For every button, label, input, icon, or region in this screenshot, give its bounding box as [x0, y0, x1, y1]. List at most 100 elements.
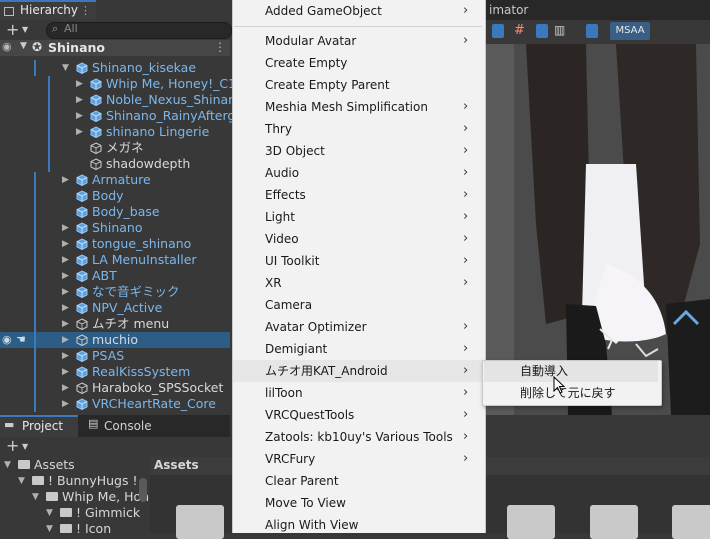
- hierarchy-row[interactable]: ▶ Haraboko_SPSSocket: [0, 380, 230, 396]
- project-tree-item[interactable]: ▼ ! Icon: [0, 521, 140, 537]
- collapse-arrow-icon[interactable]: ▶: [62, 300, 69, 316]
- hierarchy-row[interactable]: ▶ なで音ギミック: [0, 284, 230, 300]
- hierarchy-row[interactable]: ▶ RealKissSystem: [0, 364, 230, 380]
- folder-thumbnail[interactable]: [176, 505, 224, 539]
- collapse-arrow-icon[interactable]: ▶: [62, 380, 69, 396]
- eye-icon[interactable]: ◉: [2, 40, 12, 53]
- tree-scrollbar[interactable]: [139, 478, 147, 502]
- menu-item[interactable]: Audio ›: [233, 162, 485, 184]
- collapse-arrow-icon[interactable]: ▶: [62, 268, 69, 284]
- folder-thumbnail[interactable]: [590, 505, 638, 539]
- project-tree-item[interactable]: ▼ Assets: [0, 457, 140, 473]
- dropdown-icon[interactable]: [492, 24, 504, 38]
- hierarchy-row[interactable]: ▶ Noble_Nexus_Shinano S: [0, 92, 256, 108]
- menu-item[interactable]: VRCQuestTools ›: [233, 404, 485, 426]
- dropdown-icon[interactable]: [536, 24, 548, 38]
- expand-arrow-icon[interactable]: ▼: [62, 60, 69, 76]
- collapse-arrow-icon[interactable]: ▶: [62, 172, 69, 188]
- menu-item[interactable]: XR ›: [233, 272, 485, 294]
- hierarchy-row[interactable]: Body: [0, 188, 230, 204]
- expand-arrow-icon[interactable]: ▼: [18, 473, 25, 489]
- expand-arrow-icon[interactable]: ▼: [20, 41, 27, 51]
- indent-guide: [34, 172, 36, 188]
- hierarchy-row[interactable]: ▶ Shinano_RainyAfterglow: [0, 108, 257, 124]
- hierarchy-row[interactable]: ▶ NPV_Active: [0, 300, 230, 316]
- expand-arrow-icon[interactable]: ▼: [46, 505, 53, 521]
- eye-icon[interactable]: ◉: [2, 332, 12, 348]
- expand-arrow-icon[interactable]: ▼: [4, 457, 11, 473]
- hierarchy-row[interactable]: ▶ Shinano: [0, 220, 230, 236]
- collapse-arrow-icon[interactable]: ▶: [76, 76, 83, 92]
- indent-guide: [48, 108, 50, 124]
- hierarchy-row[interactable]: ▼ Shinano_kisekae: [0, 60, 230, 76]
- menu-item[interactable]: Modular Avatar ›: [233, 30, 485, 52]
- pickable-icon[interactable]: ☚: [16, 332, 26, 348]
- collapse-arrow-icon[interactable]: ▶: [62, 364, 69, 380]
- hierarchy-row[interactable]: ▶ LA MenuInstaller: [0, 252, 230, 268]
- folder-thumbnail[interactable]: [672, 505, 710, 539]
- add-icon[interactable]: +: [6, 436, 19, 455]
- add-icon[interactable]: +: [6, 20, 19, 39]
- collapse-arrow-icon[interactable]: ▶: [76, 108, 83, 124]
- menu-item[interactable]: Effects ›: [233, 184, 485, 206]
- menu-item[interactable]: Camera: [233, 294, 485, 316]
- menu-item[interactable]: UI Toolkit ›: [233, 250, 485, 272]
- menu-item[interactable]: Create Empty: [233, 52, 485, 74]
- collapse-arrow-icon[interactable]: ▶: [62, 284, 69, 300]
- folder-thumbnail[interactable]: [507, 505, 555, 539]
- scene-menu-icon[interactable]: ⋮: [214, 40, 226, 54]
- lock-icon[interactable]: ⋮: [80, 4, 91, 17]
- caret-down-icon[interactable]: ▼: [22, 442, 28, 451]
- menu-item[interactable]: Demigiant ›: [233, 338, 485, 360]
- hierarchy-row[interactable]: ▶ shinano Lingerie: [0, 124, 230, 140]
- collapse-arrow-icon[interactable]: ▶: [76, 92, 83, 108]
- hierarchy-row[interactable]: Body_base: [0, 204, 230, 220]
- collapse-arrow-icon[interactable]: ▶: [62, 332, 69, 348]
- hierarchy-row[interactable]: メガネ: [0, 140, 230, 156]
- menu-item[interactable]: Added GameObject ›: [233, 0, 485, 22]
- submenu-item[interactable]: 自動導入: [484, 361, 658, 382]
- hierarchy-row[interactable]: ▶ VRCHeartRate_Core: [0, 396, 230, 412]
- collapse-arrow-icon[interactable]: ▶: [62, 220, 69, 236]
- menu-item[interactable]: Zatools: kb10uy's Various Tools ›: [233, 426, 485, 448]
- dropdown-icon[interactable]: [586, 24, 598, 38]
- menu-item[interactable]: Create Empty Parent: [233, 74, 485, 96]
- msaa-button[interactable]: MSAA: [610, 22, 650, 40]
- hierarchy-row[interactable]: shadowdepth: [0, 156, 230, 172]
- menu-item[interactable]: Meshia Mesh Simplification ›: [233, 96, 485, 118]
- collapse-arrow-icon[interactable]: ▶: [62, 396, 69, 412]
- collapse-arrow-icon[interactable]: ▶: [62, 348, 69, 364]
- hierarchy-row[interactable]: ▶ Armature: [0, 172, 230, 188]
- menu-item[interactable]: Move To View: [233, 492, 485, 514]
- expand-arrow-icon[interactable]: ▼: [46, 521, 53, 537]
- menu-item[interactable]: 3D Object ›: [233, 140, 485, 162]
- hierarchy-row[interactable]: ▶ tongue_shinano: [0, 236, 230, 252]
- menu-item[interactable]: Clear Parent: [233, 470, 485, 492]
- collapse-arrow-icon[interactable]: ▶: [62, 252, 69, 268]
- menu-item[interactable]: VRCFury ›: [233, 448, 485, 470]
- collapse-arrow-icon[interactable]: ▶: [62, 236, 69, 252]
- project-tree-item[interactable]: ▼ Whip Me, Hon: [0, 489, 149, 505]
- grid-snap-icon[interactable]: #: [514, 23, 525, 38]
- project-tree-item[interactable]: ▼ ! Gimmick: [0, 505, 140, 521]
- collapse-arrow-icon[interactable]: ▶: [62, 316, 69, 332]
- hierarchy-row[interactable]: ▶ ABT: [0, 268, 230, 284]
- hierarchy-row[interactable]: ▶ ムチオ menu: [0, 316, 230, 332]
- submenu-item[interactable]: 削除して元に戻す: [484, 383, 658, 404]
- menu-item[interactable]: Light ›: [233, 206, 485, 228]
- menu-item[interactable]: Video ›: [233, 228, 485, 250]
- hierarchy-row[interactable]: ▶ Whip Me, Honey!_C13: [0, 76, 244, 92]
- menu-item[interactable]: ムチオ用KAT_Android ›: [233, 360, 485, 382]
- project-tree-item[interactable]: ▼ ! BunnyHugs !: [0, 473, 140, 489]
- collapse-arrow-icon[interactable]: ▶: [76, 124, 83, 140]
- grid-icon[interactable]: ▥: [554, 23, 565, 37]
- expand-arrow-icon[interactable]: ▼: [32, 489, 39, 505]
- hierarchy-row[interactable]: ▶ PSAS: [0, 348, 230, 364]
- menu-item[interactable]: Thry ›: [233, 118, 485, 140]
- animator-tab-label[interactable]: imator: [489, 3, 528, 17]
- caret-down-icon[interactable]: ▼: [22, 25, 28, 34]
- menu-item[interactable]: lilToon ›: [233, 382, 485, 404]
- menu-item[interactable]: Avatar Optimizer ›: [233, 316, 485, 338]
- menu-item-label: VRCFury: [265, 452, 316, 466]
- hierarchy-row[interactable]: ◉ ☚ ▶ muchio: [0, 332, 230, 348]
